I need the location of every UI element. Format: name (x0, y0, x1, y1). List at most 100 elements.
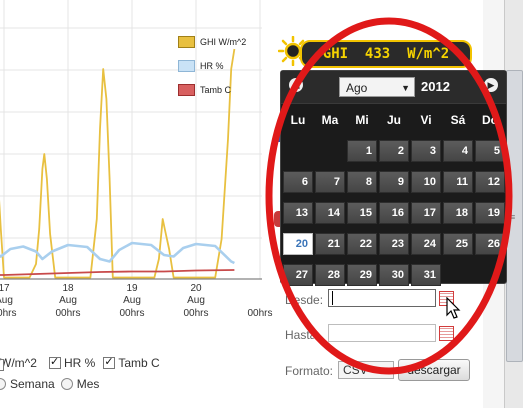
calendar-day[interactable]: 7 (315, 171, 345, 193)
calendar-header: ◀ Ago ▼ 2012 ▶ (281, 71, 506, 104)
prev-month-button[interactable]: ◀ (289, 78, 303, 92)
desde-date-input[interactable] (328, 289, 436, 307)
x-tick-label: 18 (62, 283, 74, 294)
datepicker-calendar: ◀ Ago ▼ 2012 ▶ Lu Ma Mi Ju Vi Sá Do 1 2 3 4 5 6 7 8 9 10 1… (280, 70, 507, 286)
calendar-day[interactable]: 9 (379, 171, 409, 193)
calendar-year: 2012 (421, 79, 450, 94)
calendar-day[interactable]: 6 (283, 171, 313, 193)
calendar-day-today[interactable]: 20 (283, 233, 313, 255)
checkbox-label: Tamb C (118, 356, 160, 370)
calendar-day[interactable]: 19 (475, 202, 505, 224)
calendar-day[interactable]: 17 (411, 202, 441, 224)
ghi-reading-badge: GHI 433 W/m^2 (300, 40, 472, 68)
chevron-down-icon: ▼ (381, 365, 390, 375)
scrollbar-grip-icon: ≡ (510, 212, 516, 222)
calendar-day[interactable]: 29 (347, 264, 377, 286)
x-tick-label: Aug (59, 295, 77, 306)
month-select-value: Ago (346, 81, 368, 95)
x-tick-label: 20 (190, 283, 202, 294)
calendar-day[interactable]: 18 (443, 202, 473, 224)
radio-label: Semana (10, 377, 55, 391)
calendar-day[interactable]: 14 (315, 202, 345, 224)
checkbox-ghi[interactable]: W/m^2 (0, 356, 41, 370)
legend-item[interactable]: GHI W/m^2 (178, 36, 246, 48)
calendar-day[interactable]: 5 (475, 140, 505, 162)
calendar-day[interactable]: 4 (443, 140, 473, 162)
radio-circle[interactable] (60, 378, 73, 390)
formato-label: Formato: (285, 364, 334, 378)
calendar-day[interactable]: 8 (347, 171, 377, 193)
calendar-day[interactable]: 2 (379, 140, 409, 162)
x-tick-label: 19 (126, 283, 138, 294)
legend-swatch-ghi (178, 36, 195, 48)
weekday-header: Lu (290, 113, 306, 127)
x-tick-label: Aug (0, 295, 13, 306)
legend-label: GHI W/m^2 (200, 37, 247, 47)
legend-item[interactable]: HR % (178, 60, 224, 72)
chevron-down-icon: ▼ (401, 83, 410, 93)
calendar-day[interactable]: 24 (411, 233, 441, 255)
period-radios: Semana Mes (0, 377, 99, 391)
calendar-icon[interactable] (439, 326, 454, 341)
calendar-day[interactable]: 27 (283, 264, 313, 286)
next-month-button[interactable]: ▶ (484, 78, 498, 92)
ghi-reading-text: GHI 433 W/m^2 (322, 46, 450, 62)
calendar-day[interactable]: 10 (411, 171, 441, 193)
hasta-date-input[interactable] (328, 324, 436, 342)
calendar-day[interactable]: 31 (411, 264, 441, 286)
x-tick-label: 17 (0, 283, 10, 294)
legend-label: HR % (200, 61, 224, 71)
checkbox-tamb[interactable]: Tamb C (103, 355, 160, 370)
checkbox-ghi-box[interactable] (0, 357, 4, 371)
weekday-header: Do (482, 113, 498, 127)
calendar-day[interactable]: 13 (283, 202, 313, 224)
radio-mes[interactable]: Mes (55, 377, 100, 391)
x-tick-label: 00hrs (0, 308, 17, 319)
x-tick-label: Aug (123, 295, 141, 306)
legend-label: Tamb C (200, 85, 232, 95)
series-checkboxes: W/m^2 HR % Tamb C (0, 355, 168, 370)
format-select[interactable]: CSV ▼ (338, 361, 394, 379)
x-tick-label: 00hrs (183, 308, 208, 319)
calendar-day[interactable]: 30 (379, 264, 409, 286)
checkbox-label: HR % (63, 356, 96, 370)
desde-label: Desde: (285, 293, 324, 307)
calendar-day[interactable]: 23 (379, 233, 409, 255)
legend-swatch-hr (178, 60, 195, 72)
radio-label: Mes (76, 377, 100, 391)
checkbox-hr[interactable]: HR % (48, 355, 96, 370)
format-select-value: CSV (343, 363, 368, 377)
calendar-day[interactable]: 16 (379, 202, 409, 224)
calendar-day[interactable]: 26 (475, 233, 505, 255)
checkbox-box[interactable] (48, 355, 61, 369)
weekday-header: Ju (386, 113, 401, 127)
calendar-day[interactable]: 21 (315, 233, 345, 255)
legend-item[interactable]: Tamb C (178, 84, 231, 96)
month-select[interactable]: Ago ▼ (339, 77, 415, 97)
radio-circle[interactable] (0, 378, 6, 390)
weekday-header: Vi (420, 113, 432, 127)
weather-chart: 17Aug00hrs18Aug00hrs19Aug00hrs20Aug00hrs… (0, 0, 273, 319)
weekday-header: Mi (355, 113, 369, 127)
text-caret (332, 291, 333, 305)
download-button[interactable]: descargar (398, 359, 470, 381)
checkbox-box[interactable] (103, 355, 116, 369)
calendar-day[interactable]: 15 (347, 202, 377, 224)
mouse-cursor-icon (446, 297, 461, 319)
calendar-day[interactable]: 12 (475, 171, 505, 193)
calendar-day[interactable]: 25 (443, 233, 473, 255)
calendar-day[interactable]: 3 (411, 140, 441, 162)
weekday-header: Ma (321, 113, 339, 127)
x-tick-label: 00hrs (55, 308, 80, 319)
calendar-day[interactable]: 11 (443, 171, 473, 193)
hasta-label: Hasta: (285, 328, 320, 342)
radio-semana[interactable]: Semana (0, 377, 55, 391)
checkbox-label: W/m^2 (0, 356, 37, 370)
weekday-header: Sá (450, 113, 466, 127)
x-tick-label: Aug (187, 295, 205, 306)
calendar-day[interactable]: 22 (347, 233, 377, 255)
x-tick-label: 00hrs (119, 308, 144, 319)
x-tick-label: 00hrs (247, 308, 272, 319)
calendar-day[interactable]: 1 (347, 140, 377, 162)
calendar-day[interactable]: 28 (315, 264, 345, 286)
